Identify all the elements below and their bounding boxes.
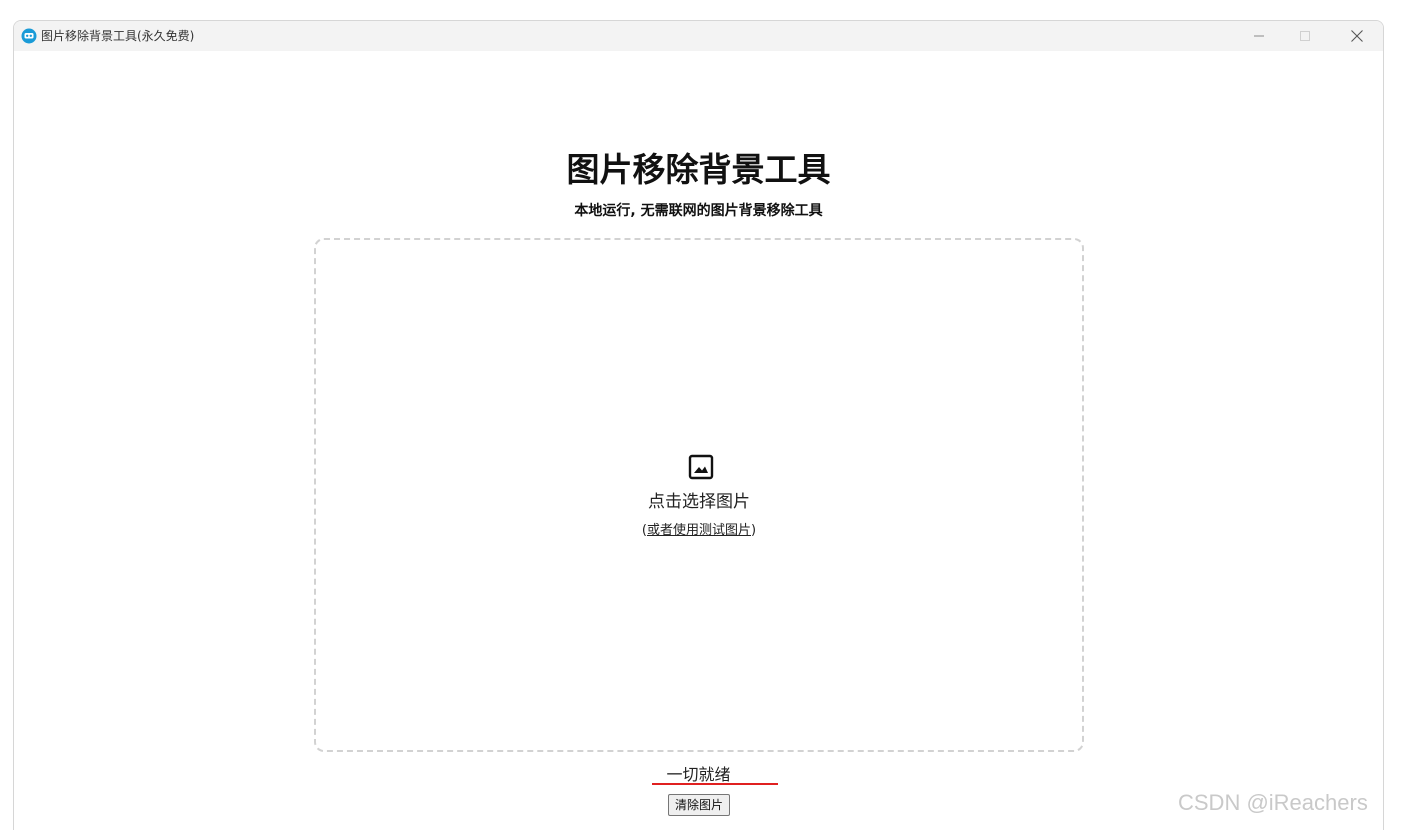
select-image-label: 点击选择图片 <box>648 492 750 512</box>
image-dropzone[interactable]: 点击选择图片 (或者使用测试图片) <box>314 238 1084 752</box>
image-icon <box>688 454 714 480</box>
page-title: 图片移除背景工具 <box>566 150 831 189</box>
close-button[interactable] <box>1334 21 1380 51</box>
minimize-button[interactable] <box>1236 21 1282 51</box>
test-image-hint: (或者使用测试图片) <box>316 522 1082 540</box>
page-subtitle: 本地运行, 无需联网的图片背景移除工具 <box>574 203 823 219</box>
clear-image-button[interactable]: 清除图片 <box>668 794 730 816</box>
maximize-button[interactable] <box>1282 21 1328 51</box>
use-test-image-link[interactable]: 或者使用测试图片 <box>647 523 751 538</box>
app-window: 图片移除背景工具(永久免费) 图片移除背景工具 本地运行, 无需联网的图片背景移… <box>13 20 1384 830</box>
paren-close: ) <box>751 523 757 538</box>
minimize-icon <box>1254 35 1264 37</box>
window-title: 图片移除背景工具(永久免费) <box>41 29 195 43</box>
close-icon <box>1351 30 1363 42</box>
watermark: CSDN @iReachers <box>1178 790 1368 815</box>
status-underline <box>652 783 778 785</box>
title-bar[interactable]: 图片移除背景工具(永久免费) <box>14 21 1383 51</box>
app-logo-icon <box>21 28 37 44</box>
maximize-icon <box>1300 31 1310 41</box>
